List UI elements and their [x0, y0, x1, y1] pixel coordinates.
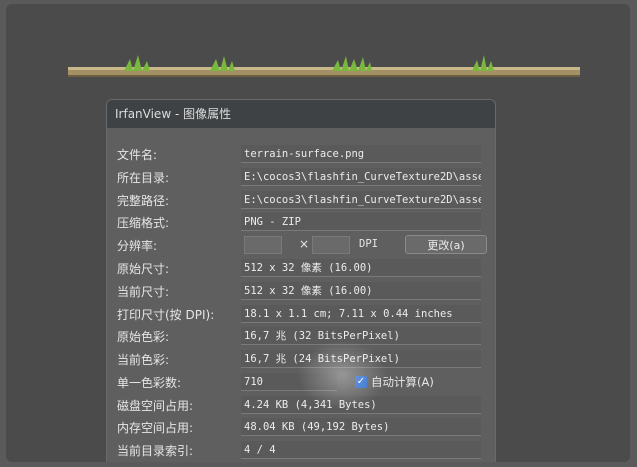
change-resolution-button[interactable]: 更改(a)	[405, 235, 487, 254]
current-colors-field[interactable]: 16,7 兆 (24 BitsPerPixel)	[241, 350, 481, 368]
disk-size-label: 磁盘空间占用:	[117, 399, 194, 413]
current-size-label: 当前尺寸:	[117, 285, 170, 299]
original-colors-label: 原始色彩:	[117, 330, 170, 344]
window-frame: IrfanView - 图像属性 文件名: terrain-surface.pn…	[6, 4, 630, 462]
times-sign: ×	[299, 237, 310, 251]
current-size-field[interactable]: 512 x 32 像素 (16.00)	[241, 282, 481, 300]
terrain-preview	[68, 55, 580, 83]
row-current-colors: 当前色彩: 16,7 兆 (24 BitsPerPixel)	[107, 349, 495, 371]
original-colors-field[interactable]: 16,7 兆 (32 BitsPerPixel)	[241, 327, 481, 345]
grass-tuft-icon	[210, 56, 235, 71]
row-directory: 所在目录: E:\cocos3\flashfin_CurveTexture2D\…	[107, 167, 495, 189]
print-size-field[interactable]: 18.1 x 1.1 cm; 7.11 x 0.44 inches	[241, 305, 481, 323]
memory-size-label: 内存空间占用:	[117, 421, 194, 435]
row-print-size: 打印尺寸(按 DPI): 18.1 x 1.1 cm; 7.11 x 0.44 …	[107, 304, 495, 326]
row-resolution: 分辨率: × DPI 更改(a)	[107, 235, 495, 257]
dir-index-label: 当前目录索引:	[117, 444, 194, 458]
print-size-label: 打印尺寸(按 DPI):	[117, 308, 215, 322]
compression-label: 压缩格式:	[117, 216, 170, 230]
resolution-y-input[interactable]	[312, 236, 350, 254]
fullpath-field[interactable]: E:\cocos3\flashfin_CurveTexture2D\asset	[241, 191, 481, 209]
fullpath-label: 完整路径:	[117, 194, 170, 208]
original-size-field[interactable]: 512 x 32 像素 (16.00)	[241, 259, 481, 277]
unique-colors-label: 单一色彩数:	[117, 376, 182, 390]
unique-colors-field[interactable]: 710	[241, 373, 337, 391]
row-filename: 文件名: terrain-surface.png	[107, 144, 495, 166]
row-disk-size: 磁盘空间占用: 4.24 KB (4,341 Bytes)	[107, 395, 495, 417]
dpi-unit: DPI	[359, 238, 378, 250]
grass-tuft-icon	[472, 55, 494, 71]
row-fullpath: 完整路径: E:\cocos3\flashfin_CurveTexture2D\…	[107, 190, 495, 212]
disk-size-field[interactable]: 4.24 KB (4,341 Bytes)	[241, 396, 481, 414]
memory-size-field[interactable]: 48.04 KB (49,192 Bytes)	[241, 418, 481, 436]
row-current-size: 当前尺寸: 512 x 32 像素 (16.00)	[107, 281, 495, 303]
filename-field[interactable]: terrain-surface.png	[241, 145, 481, 163]
directory-label: 所在目录:	[117, 171, 170, 185]
image-properties-dialog: IrfanView - 图像属性 文件名: terrain-surface.pn…	[106, 99, 496, 462]
compression-field[interactable]: PNG - ZIP	[241, 213, 481, 231]
auto-calc-label[interactable]: 自动计算(A)	[371, 374, 434, 390]
grass-tuft-icon	[124, 55, 150, 71]
original-size-label: 原始尺寸:	[117, 262, 170, 276]
row-dir-index: 当前目录索引: 4 / 4	[107, 440, 495, 462]
row-unique-colors: 单一色彩数: 710 ✓ 自动计算(A)	[107, 372, 495, 394]
auto-calc-checkbox[interactable]: ✓	[355, 376, 367, 388]
dir-index-field[interactable]: 4 / 4	[241, 441, 481, 459]
resolution-x-input[interactable]	[244, 236, 282, 254]
directory-field[interactable]: E:\cocos3\flashfin_CurveTexture2D\asset	[241, 168, 481, 186]
row-memory-size: 内存空间占用: 48.04 KB (49,192 Bytes)	[107, 417, 495, 439]
dialog-title: IrfanView - 图像属性	[107, 100, 495, 128]
resolution-label: 分辨率:	[117, 239, 158, 253]
filename-label: 文件名:	[117, 148, 158, 162]
row-compression: 压缩格式: PNG - ZIP	[107, 212, 495, 234]
row-original-colors: 原始色彩: 16,7 兆 (32 BitsPerPixel)	[107, 326, 495, 348]
current-colors-label: 当前色彩:	[117, 353, 170, 367]
row-original-size: 原始尺寸: 512 x 32 像素 (16.00)	[107, 258, 495, 280]
grass-tuft-icon	[332, 56, 372, 71]
